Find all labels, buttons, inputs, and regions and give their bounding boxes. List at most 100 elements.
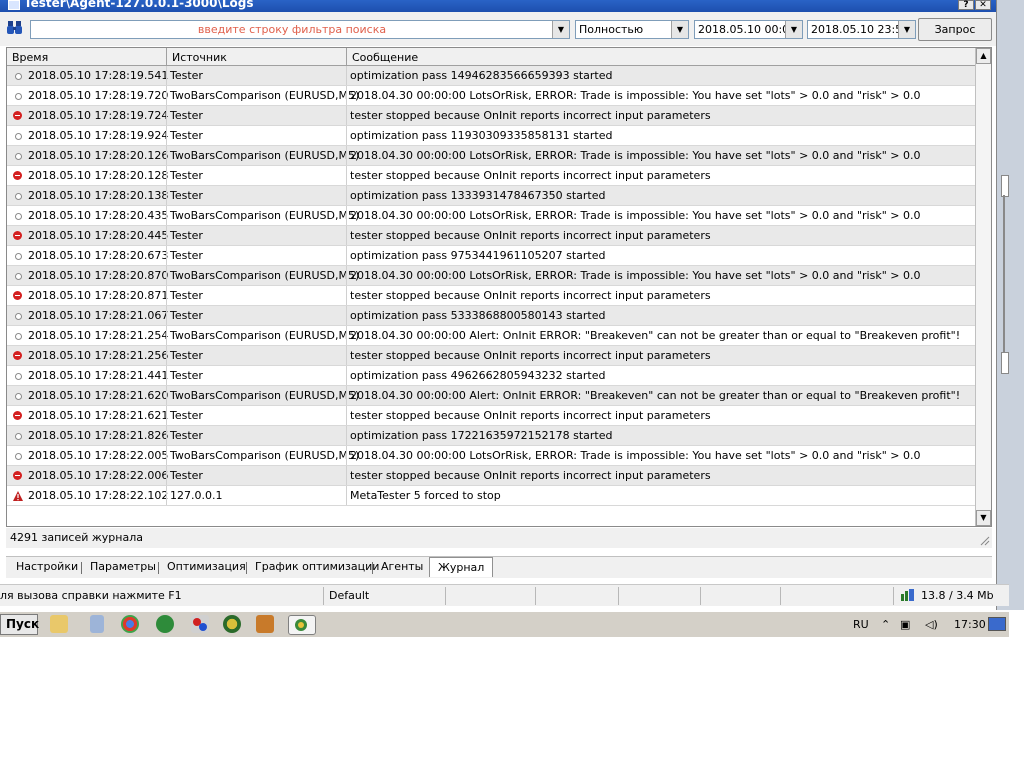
table-row[interactable]: 2018.05.10 17:28:20.435 TwoBarsComparison… bbox=[7, 206, 975, 226]
network-icon[interactable]: ▣ bbox=[900, 618, 910, 631]
metatrader-icon[interactable] bbox=[288, 615, 316, 635]
close-icon[interactable]: ✕ bbox=[975, 0, 991, 10]
date-to-picker[interactable]: 2018.05.10 23:59 ▼ bbox=[807, 20, 916, 39]
column-header-message[interactable]: Сообщение bbox=[352, 51, 418, 64]
messenger-icon[interactable] bbox=[191, 615, 209, 633]
calculator-icon[interactable] bbox=[90, 615, 104, 633]
time-cell: 2018.05.10 17:28:22.102 bbox=[28, 489, 169, 502]
splitter-handle bbox=[1001, 175, 1009, 197]
cell-divider bbox=[166, 206, 167, 225]
column-header-time[interactable]: Время bbox=[12, 51, 48, 64]
cell-divider bbox=[346, 86, 347, 105]
table-row[interactable]: 2018.05.10 17:28:20.673 Tester optimizatio… bbox=[7, 246, 975, 266]
table-header: Время Источник Сообщение bbox=[7, 48, 975, 66]
scroll-up-icon[interactable]: ▲ bbox=[976, 48, 991, 64]
os-taskbar: Пуск RU ⌃ ▣ ◁) 17:30 bbox=[0, 611, 1009, 637]
status-separator bbox=[323, 587, 324, 605]
source-cell: Tester bbox=[170, 249, 203, 262]
tester-tabs: Настройки Параметры Оптимизация График о… bbox=[6, 556, 992, 578]
column-separator[interactable] bbox=[346, 48, 347, 65]
source-cell: Tester bbox=[170, 109, 203, 122]
clock[interactable]: 17:30 bbox=[954, 618, 986, 631]
column-separator[interactable] bbox=[166, 48, 167, 65]
tab-settings[interactable]: Настройки bbox=[16, 560, 78, 573]
table-row[interactable]: 2018.05.10 17:28:22.005 TwoBarsComparison… bbox=[7, 446, 975, 466]
search-filter-input[interactable] bbox=[31, 21, 553, 38]
help-icon[interactable]: ? bbox=[958, 0, 974, 10]
table-row[interactable]: 2018.05.10 17:28:21.826 Tester optimizatio… bbox=[7, 426, 975, 446]
cell-divider bbox=[166, 286, 167, 305]
time-cell: 2018.05.10 17:28:21.826 bbox=[28, 429, 169, 442]
table-row[interactable]: 2018.05.10 17:28:20.445 Tester tester stop… bbox=[7, 226, 975, 246]
language-indicator[interactable]: RU bbox=[853, 618, 869, 631]
time-cell: 2018.05.10 17:28:20.673 bbox=[28, 249, 169, 262]
chevron-down-icon[interactable]: ▼ bbox=[785, 21, 802, 38]
source-cell: TwoBarsComparison (EURUSD,M5) bbox=[170, 209, 360, 222]
table-row[interactable]: 2018.05.10 17:28:19.724 Tester tester stop… bbox=[7, 106, 975, 126]
show-hidden-icons-icon[interactable]: ⌃ bbox=[881, 618, 890, 631]
show-desktop-icon[interactable] bbox=[988, 617, 1006, 631]
vertical-scrollbar[interactable]: ▲ ▼ bbox=[975, 48, 991, 526]
chevron-down-icon[interactable]: ▼ bbox=[898, 21, 915, 38]
table-row[interactable]: 2018.05.10 17:28:21.621 Tester tester stop… bbox=[7, 406, 975, 426]
mode-select[interactable]: Полностью ▼ bbox=[575, 20, 689, 39]
table-row[interactable]: 2018.05.10 17:28:20.128 Tester tester stop… bbox=[7, 166, 975, 186]
table-row[interactable]: 2018.05.10 17:28:22.006 Tester tester stop… bbox=[7, 466, 975, 486]
chevron-down-icon[interactable]: ▼ bbox=[552, 21, 569, 38]
tab-journal[interactable]: Журнал bbox=[429, 557, 494, 577]
source-cell: Tester bbox=[170, 289, 203, 302]
table-row[interactable]: 2018.05.10 17:28:22.102 127.0.0.1 MetaTest… bbox=[7, 486, 975, 506]
message-cell: optimization pass 4962662805943232 start… bbox=[350, 369, 606, 382]
time-cell: 2018.05.10 17:28:20.445 bbox=[28, 229, 169, 242]
time-cell: 2018.05.10 17:28:20.128 bbox=[28, 169, 169, 182]
chrome-icon[interactable] bbox=[121, 615, 139, 633]
globe-icon[interactable] bbox=[223, 615, 241, 633]
table-row[interactable]: 2018.05.10 17:28:21.256 Tester tester stop… bbox=[7, 346, 975, 366]
source-cell: Tester bbox=[170, 189, 203, 202]
message-cell: 2018.04.30 00:00:00 LotsOrRisk, ERROR: T… bbox=[350, 149, 921, 162]
tab-optimization[interactable]: Оптимизация bbox=[167, 560, 246, 573]
info-icon bbox=[15, 273, 22, 280]
cell-divider bbox=[166, 166, 167, 185]
table-row[interactable]: 2018.05.10 17:28:21.620 TwoBarsComparison… bbox=[7, 386, 975, 406]
info-icon bbox=[15, 133, 22, 140]
cell-divider bbox=[346, 166, 347, 185]
date-from-picker[interactable]: 2018.05.10 00:00 ▼ bbox=[694, 20, 803, 39]
table-row[interactable]: 2018.05.10 17:28:21.254 TwoBarsComparison… bbox=[7, 326, 975, 346]
status-separator bbox=[445, 587, 446, 605]
source-cell: TwoBarsComparison (EURUSD,M5) bbox=[170, 449, 360, 462]
table-row[interactable]: 2018.05.10 17:28:19.924 Tester optimizatio… bbox=[7, 126, 975, 146]
archive-icon[interactable] bbox=[256, 615, 274, 633]
message-cell: 2018.04.30 00:00:00 LotsOrRisk, ERROR: T… bbox=[350, 449, 921, 462]
background-window-edge bbox=[996, 0, 1024, 610]
scroll-down-icon[interactable]: ▼ bbox=[976, 510, 991, 526]
table-row[interactable]: 2018.05.10 17:28:20.871 Tester tester stop… bbox=[7, 286, 975, 306]
qip-icon[interactable] bbox=[156, 615, 174, 633]
tab-agents[interactable]: Агенты bbox=[381, 560, 423, 573]
table-row[interactable]: 2018.05.10 17:28:19.541 Tester optimizatio… bbox=[7, 66, 975, 86]
resize-grip-icon[interactable] bbox=[980, 536, 990, 546]
table-row[interactable]: 2018.05.10 17:28:20.138 Tester optimizatio… bbox=[7, 186, 975, 206]
table-row[interactable]: 2018.05.10 17:28:20.126 TwoBarsComparison… bbox=[7, 146, 975, 166]
source-cell: TwoBarsComparison (EURUSD,M5) bbox=[170, 269, 360, 282]
column-header-source[interactable]: Источник bbox=[172, 51, 227, 64]
window-titlebar[interactable]: Tester\Agent-127.0.0.1-3000\Logs bbox=[0, 0, 996, 12]
binoculars-icon[interactable] bbox=[6, 19, 24, 35]
volume-icon[interactable]: ◁) bbox=[925, 618, 938, 631]
start-button[interactable]: Пуск bbox=[0, 614, 39, 635]
table-row[interactable]: 2018.05.10 17:28:20.870 TwoBarsComparison… bbox=[7, 266, 975, 286]
table-row[interactable]: 2018.05.10 17:28:19.720 TwoBarsComparison… bbox=[7, 86, 975, 106]
cell-divider bbox=[346, 366, 347, 385]
info-icon bbox=[15, 73, 22, 80]
explorer-icon[interactable] bbox=[50, 615, 68, 633]
message-cell: 2018.04.30 00:00:00 Alert: OnInit ERROR:… bbox=[350, 329, 961, 342]
filter-input-box[interactable]: ▼ bbox=[30, 20, 570, 39]
query-button[interactable]: Запрос bbox=[918, 18, 992, 41]
info-icon bbox=[15, 213, 22, 220]
table-row[interactable]: 2018.05.10 17:28:21.067 Tester optimizatio… bbox=[7, 306, 975, 326]
tab-optimization-graph[interactable]: График оптимизации bbox=[255, 560, 379, 573]
tab-inputs[interactable]: Параметры bbox=[90, 560, 156, 573]
chevron-down-icon[interactable]: ▼ bbox=[671, 21, 688, 38]
info-icon bbox=[15, 153, 22, 160]
table-row[interactable]: 2018.05.10 17:28:21.441 Tester optimizatio… bbox=[7, 366, 975, 386]
